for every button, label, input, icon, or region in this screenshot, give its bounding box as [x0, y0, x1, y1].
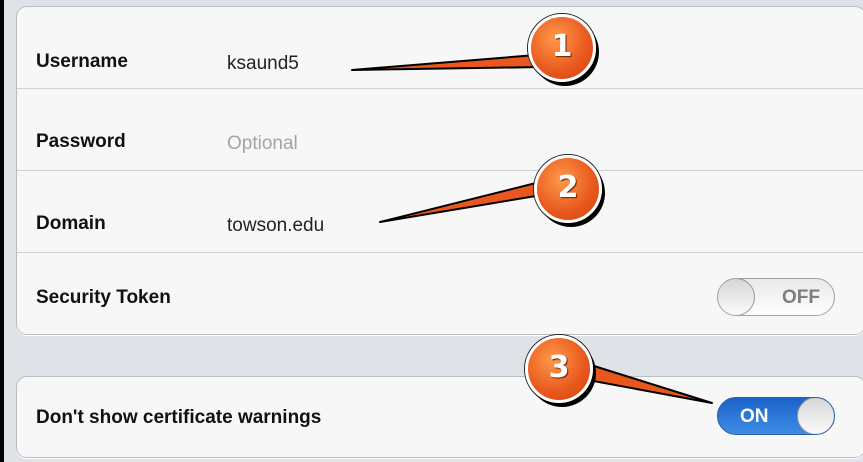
- arrow-3: [587, 365, 713, 404]
- annotation-marker-1: 1: [528, 14, 596, 82]
- arrow-2: [379, 181, 549, 223]
- settings-screen: Username ksaund5 Password Optional Domai…: [4, 0, 863, 462]
- arrow-1: [351, 54, 545, 71]
- annotation-arrows: [351, 54, 713, 404]
- annotation-marker-3: 3: [525, 335, 593, 403]
- annotation-marker-2: 2: [534, 155, 602, 223]
